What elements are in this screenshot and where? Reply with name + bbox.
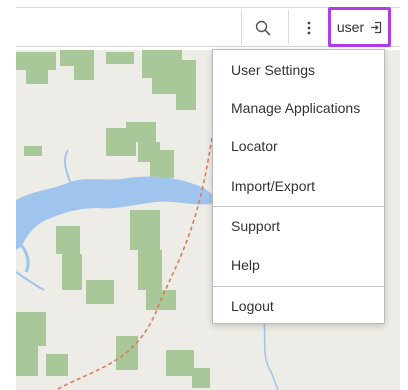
kebab-menu-icon [307, 21, 311, 34]
menu-item-locator[interactable]: Locator [213, 127, 384, 165]
user-label: user [336, 19, 365, 35]
user-dropdown-menu: User Settings Manage Applications Locato… [212, 49, 385, 324]
menu-item-import-export[interactable]: Import/Export [213, 167, 384, 205]
menu-item-manage-applications[interactable]: Manage Applications [213, 89, 384, 127]
menu-item-label: Locator [231, 138, 278, 154]
menu-item-label: Logout [231, 298, 274, 314]
top-bar: user [0, 0, 408, 50]
toolbar-separator [288, 10, 289, 45]
menu-item-logout[interactable]: Logout [213, 287, 384, 325]
menu-item-user-settings[interactable]: User Settings [213, 51, 384, 89]
sign-in-icon [371, 21, 382, 33]
menu-item-label: Manage Applications [231, 100, 361, 116]
search-button[interactable] [241, 10, 285, 45]
menu-item-label: Support [231, 218, 281, 234]
menu-item-label: Help [231, 257, 260, 273]
user-menu-button[interactable]: user [328, 7, 391, 47]
more-options-button[interactable] [291, 10, 327, 45]
menu-item-help[interactable]: Help [213, 246, 384, 284]
search-icon [255, 20, 271, 35]
menu-item-support[interactable]: Support [213, 207, 384, 245]
menu-item-label: Import/Export [231, 178, 316, 194]
menu-item-label: User Settings [231, 62, 316, 78]
